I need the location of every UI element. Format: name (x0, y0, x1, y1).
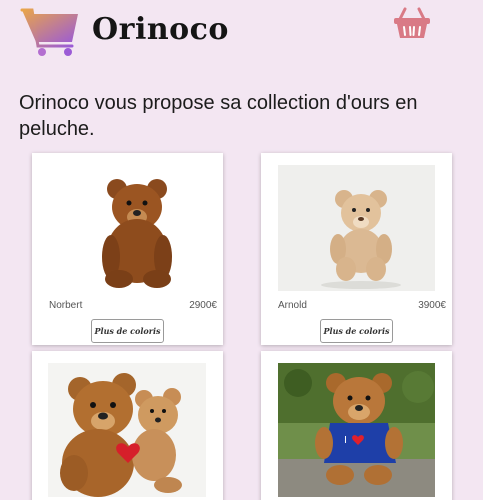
teddy-bear-image (49, 165, 206, 291)
header: Orinoco (0, 0, 483, 70)
product-card[interactable] (32, 351, 223, 500)
product-card[interactable]: I (261, 351, 452, 500)
product-card[interactable]: Norbert 2900€ Plus de coloris (32, 153, 223, 345)
product-price: 2900€ (189, 300, 217, 311)
brand-name[interactable]: Orinoco (92, 12, 229, 47)
teddy-bear-image: I (278, 363, 435, 497)
product-photo[interactable] (48, 363, 206, 497)
product-name: Norbert (49, 300, 83, 311)
product-photo[interactable] (278, 165, 435, 291)
teddy-bear-image (278, 165, 435, 291)
product-card[interactable]: Arnold 3900€ Plus de coloris (261, 153, 452, 345)
teddy-bear-image (48, 363, 206, 497)
product-price: 3900€ (418, 300, 446, 311)
product-photo[interactable]: I (278, 363, 435, 497)
product-name: Arnold (278, 300, 307, 311)
product-photo[interactable] (49, 165, 206, 291)
svg-text:I: I (344, 435, 347, 446)
basket-icon[interactable] (393, 5, 431, 41)
more-colors-button[interactable]: Plus de coloris (91, 319, 164, 343)
shopping-cart-icon[interactable] (20, 6, 82, 58)
more-colors-button[interactable]: Plus de coloris (320, 319, 393, 343)
intro-text: Orinoco vous propose sa collection d'our… (19, 92, 418, 140)
